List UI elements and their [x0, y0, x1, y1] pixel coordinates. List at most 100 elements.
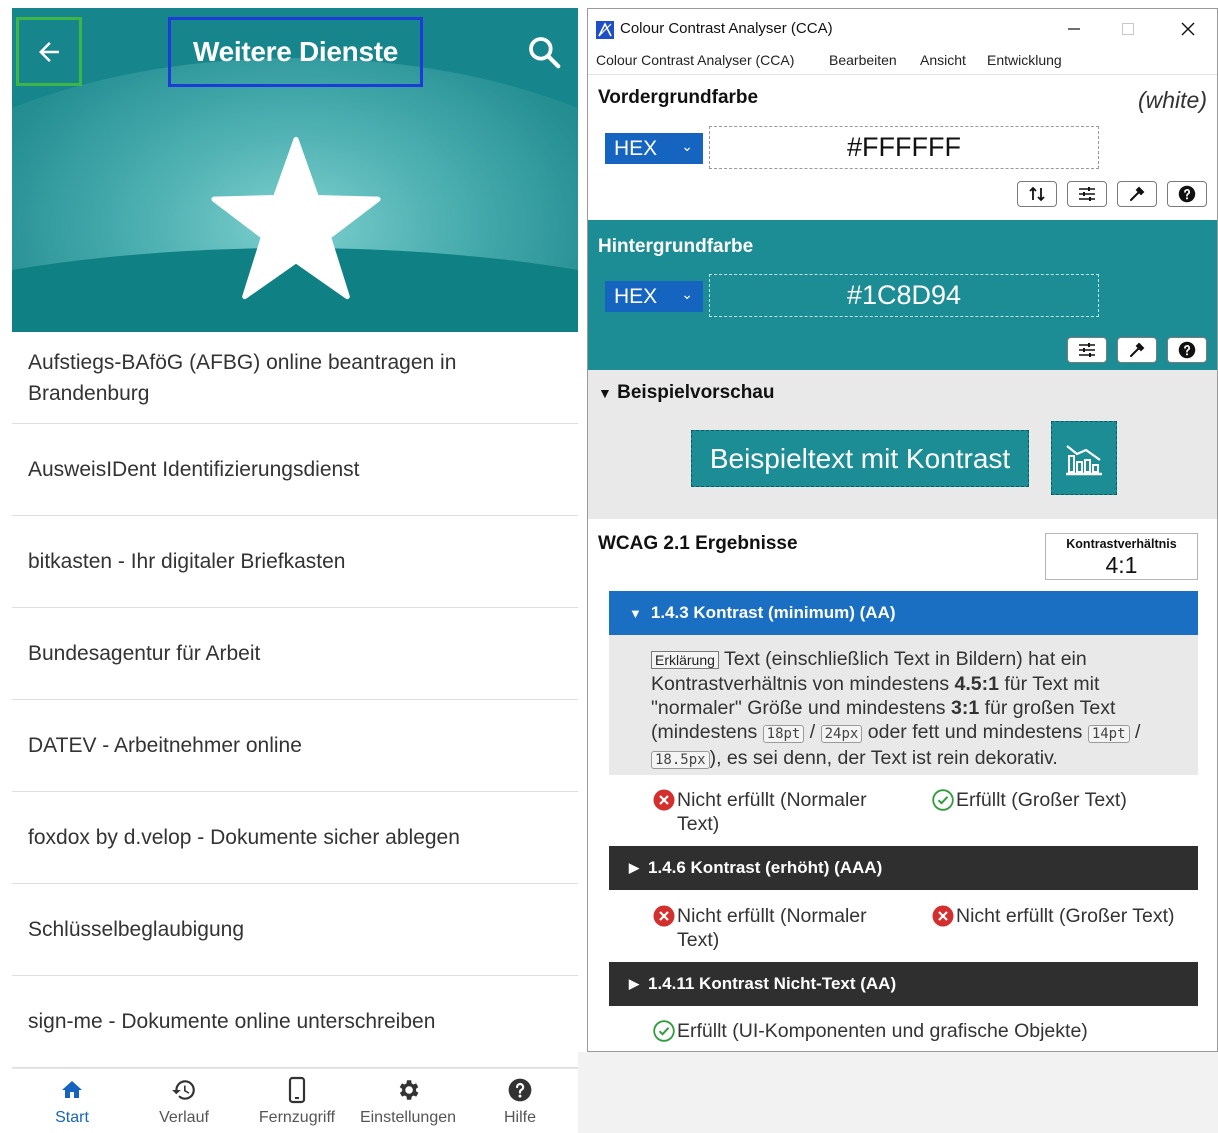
color-sliders-button[interactable]: [1067, 337, 1107, 363]
window-title: Colour Contrast Analyser (CCA): [620, 20, 833, 37]
nav-item-hilfe[interactable]: Hilfe: [498, 1075, 542, 1133]
triangle-down-icon: ▼: [629, 605, 642, 621]
check-circle-icon: [932, 789, 954, 811]
explanation-text: /: [804, 721, 821, 743]
criterion-title: 1.4.3 Kontrast (minimum) (AA): [650, 603, 896, 622]
list-item[interactable]: Aufstiegs-BAföG (AFBG) online beantragen…: [12, 332, 578, 424]
result-text: Erfüllt (UI-Komponenten und grafische Ob…: [677, 1020, 1088, 1042]
contrast-ratio-label: Kontrastverhältnis: [1066, 537, 1177, 551]
nav-label: Fernzugriff: [258, 1109, 336, 1126]
preview-toggle[interactable]: ▼ Beispielvorschau: [598, 382, 774, 404]
list-item[interactable]: DATEV - Arbeitnehmer online: [12, 700, 578, 792]
foreground-color-name: (white): [1137, 87, 1207, 113]
maximize-button[interactable]: [1108, 15, 1148, 43]
nav-item-verlauf[interactable]: Verlauf: [152, 1075, 216, 1133]
back-button[interactable]: [16, 17, 82, 86]
fail-icon: [932, 905, 954, 927]
foreground-section: Vordergrundfarbe (white) HEX ⌄ #FFFFFF: [588, 75, 1217, 220]
screenshot-root: { "app": { "title": "Weitere Dienste", "…: [0, 0, 1218, 1133]
hex-input-value: #FFFFFF: [847, 132, 961, 162]
maximize-icon: [1122, 23, 1134, 35]
check-circle-icon: [653, 1020, 675, 1042]
result-pass: Erfüllt (UI-Komponenten und grafische Ob…: [651, 1019, 1201, 1043]
sliders-icon: [1079, 187, 1095, 201]
foreground-label: Vordergrundfarbe: [598, 87, 759, 108]
list-item[interactable]: AusweisIDent Identifizierungsdienst: [12, 424, 578, 516]
help-icon: [1178, 341, 1196, 359]
list-item-label: Schlüsselbeglaubigung: [28, 918, 244, 941]
search-button[interactable]: [520, 28, 568, 76]
explanation-tag: Erklärung: [651, 651, 719, 669]
preview-section: ▼ Beispielvorschau Beispieltext mit Kont…: [588, 370, 1217, 519]
explanation-text: /: [1129, 721, 1141, 743]
menu-item-ansicht[interactable]: Ansicht: [920, 52, 966, 68]
nav-label: Hilfe: [503, 1109, 536, 1126]
result-pass: Erfüllt (Großer Text): [930, 788, 1200, 812]
criterion-1-4-6-header[interactable]: ▶ 1.4.6 Kontrast (erhöht) (AAA): [609, 846, 1198, 890]
nav-item-fernzugriff[interactable]: Fernzugriff: [252, 1075, 342, 1133]
home-icon: [62, 1081, 82, 1098]
list-item-label: bitkasten - Ihr digitaler Briefkasten: [28, 550, 346, 573]
result-fail: Nicht erfüllt (Normaler Text): [651, 788, 891, 836]
list-item-label: foxdox by d.velop - Dokumente sicher abl…: [28, 826, 460, 849]
list-item-label: Bundesagentur für Arbeit: [28, 642, 261, 665]
help-icon: [508, 1078, 532, 1102]
background-section: Hintergrundfarbe HEX ⌄ #1C8D94: [588, 220, 1217, 370]
swap-icon: [1029, 186, 1045, 202]
smartphone-icon: [288, 1076, 306, 1104]
foreground-hex-input[interactable]: #FFFFFF: [709, 126, 1099, 169]
result-text: Nicht erfüllt (Normaler Text): [677, 905, 867, 951]
preview-text-sample: Beispieltext mit Kontrast: [691, 430, 1029, 487]
criterion-1-4-11-header[interactable]: ▶ 1.4.11 Kontrast Nicht-Text (AA): [609, 962, 1198, 1006]
result-fail: Nicht erfüllt (Großer Text): [930, 904, 1210, 928]
chevron-down-icon: ⌄: [681, 138, 693, 154]
code-chip: 14pt: [1087, 725, 1130, 743]
preview-graphic-sample: [1051, 421, 1117, 495]
color-sliders-button[interactable]: [1067, 181, 1107, 207]
preview-text: Beispieltext mit Kontrast: [709, 442, 1011, 474]
explanation-text: ), es sei denn, der Text ist rein dekora…: [709, 747, 1058, 769]
swap-colors-button[interactable]: [1017, 181, 1057, 207]
menu-bar: Colour Contrast Analyser (CCA) Bearbeite…: [588, 47, 1217, 75]
triangle-right-icon: ▶: [629, 976, 639, 991]
cca-window: Colour Contrast Analyser (CCA) Colour Co…: [587, 8, 1218, 1052]
list-item-label: sign-me - Dokumente online unterschreibe…: [28, 1010, 436, 1033]
list-item[interactable]: Bundesagentur für Arbeit: [12, 608, 578, 700]
window-titlebar: Colour Contrast Analyser (CCA): [588, 9, 1217, 47]
background-hex-input[interactable]: #1C8D94: [709, 274, 1099, 317]
eyedropper-icon: [1130, 186, 1145, 201]
close-button[interactable]: [1168, 15, 1208, 43]
criterion-explanation: Erklärung Text (einschließlich Text in B…: [609, 635, 1198, 775]
eyedropper-icon: [1130, 342, 1145, 357]
menu-item-bearbeiten[interactable]: Bearbeiten: [829, 52, 897, 68]
chart-icon: [1066, 445, 1102, 476]
bottom-navigation: Start Verlauf Fernzugriff Einstellungen …: [12, 1068, 578, 1133]
foreground-format-select[interactable]: HEX ⌄: [605, 133, 703, 164]
eyedropper-button[interactable]: [1117, 337, 1157, 363]
menu-item-entwicklung[interactable]: Entwicklung: [987, 52, 1062, 68]
list-item[interactable]: bitkasten - Ihr digitaler Briefkasten: [12, 516, 578, 608]
list-item[interactable]: sign-me - Dokumente online unterschreibe…: [12, 976, 578, 1068]
nav-item-einstellungen[interactable]: Einstellungen: [354, 1075, 462, 1133]
list-item[interactable]: foxdox by d.velop - Dokumente sicher abl…: [12, 792, 578, 884]
list-item[interactable]: Schlüsselbeglaubigung: [12, 884, 578, 976]
menu-item-app[interactable]: Colour Contrast Analyser (CCA): [596, 52, 794, 68]
nav-item-start[interactable]: Start: [50, 1075, 94, 1133]
criterion-1-4-3-header[interactable]: ▼ 1.4.3 Kontrast (minimum) (AA): [609, 591, 1198, 635]
help-button[interactable]: [1167, 181, 1207, 207]
cca-app-icon: [596, 21, 614, 39]
background-format-select[interactable]: HEX ⌄: [605, 281, 703, 312]
format-select-value: HEX: [614, 284, 658, 308]
minimize-button[interactable]: [1054, 15, 1094, 43]
mobile-app-screen: Weitere Dienste Aufstiegs-BAföG (AFBG) o…: [12, 8, 578, 1133]
help-button[interactable]: [1167, 337, 1207, 363]
desktop-background: [578, 1052, 1218, 1133]
background-label: Hintergrundfarbe: [598, 236, 754, 257]
app-header: Weitere Dienste: [12, 8, 578, 332]
eyedropper-button[interactable]: [1117, 181, 1157, 207]
result-fail: Nicht erfüllt (Normaler Text): [651, 904, 891, 952]
fail-icon: [653, 905, 675, 927]
explanation-bold: 4.5:1: [954, 673, 999, 695]
gear-icon: [399, 1080, 419, 1100]
search-icon: [529, 37, 561, 69]
